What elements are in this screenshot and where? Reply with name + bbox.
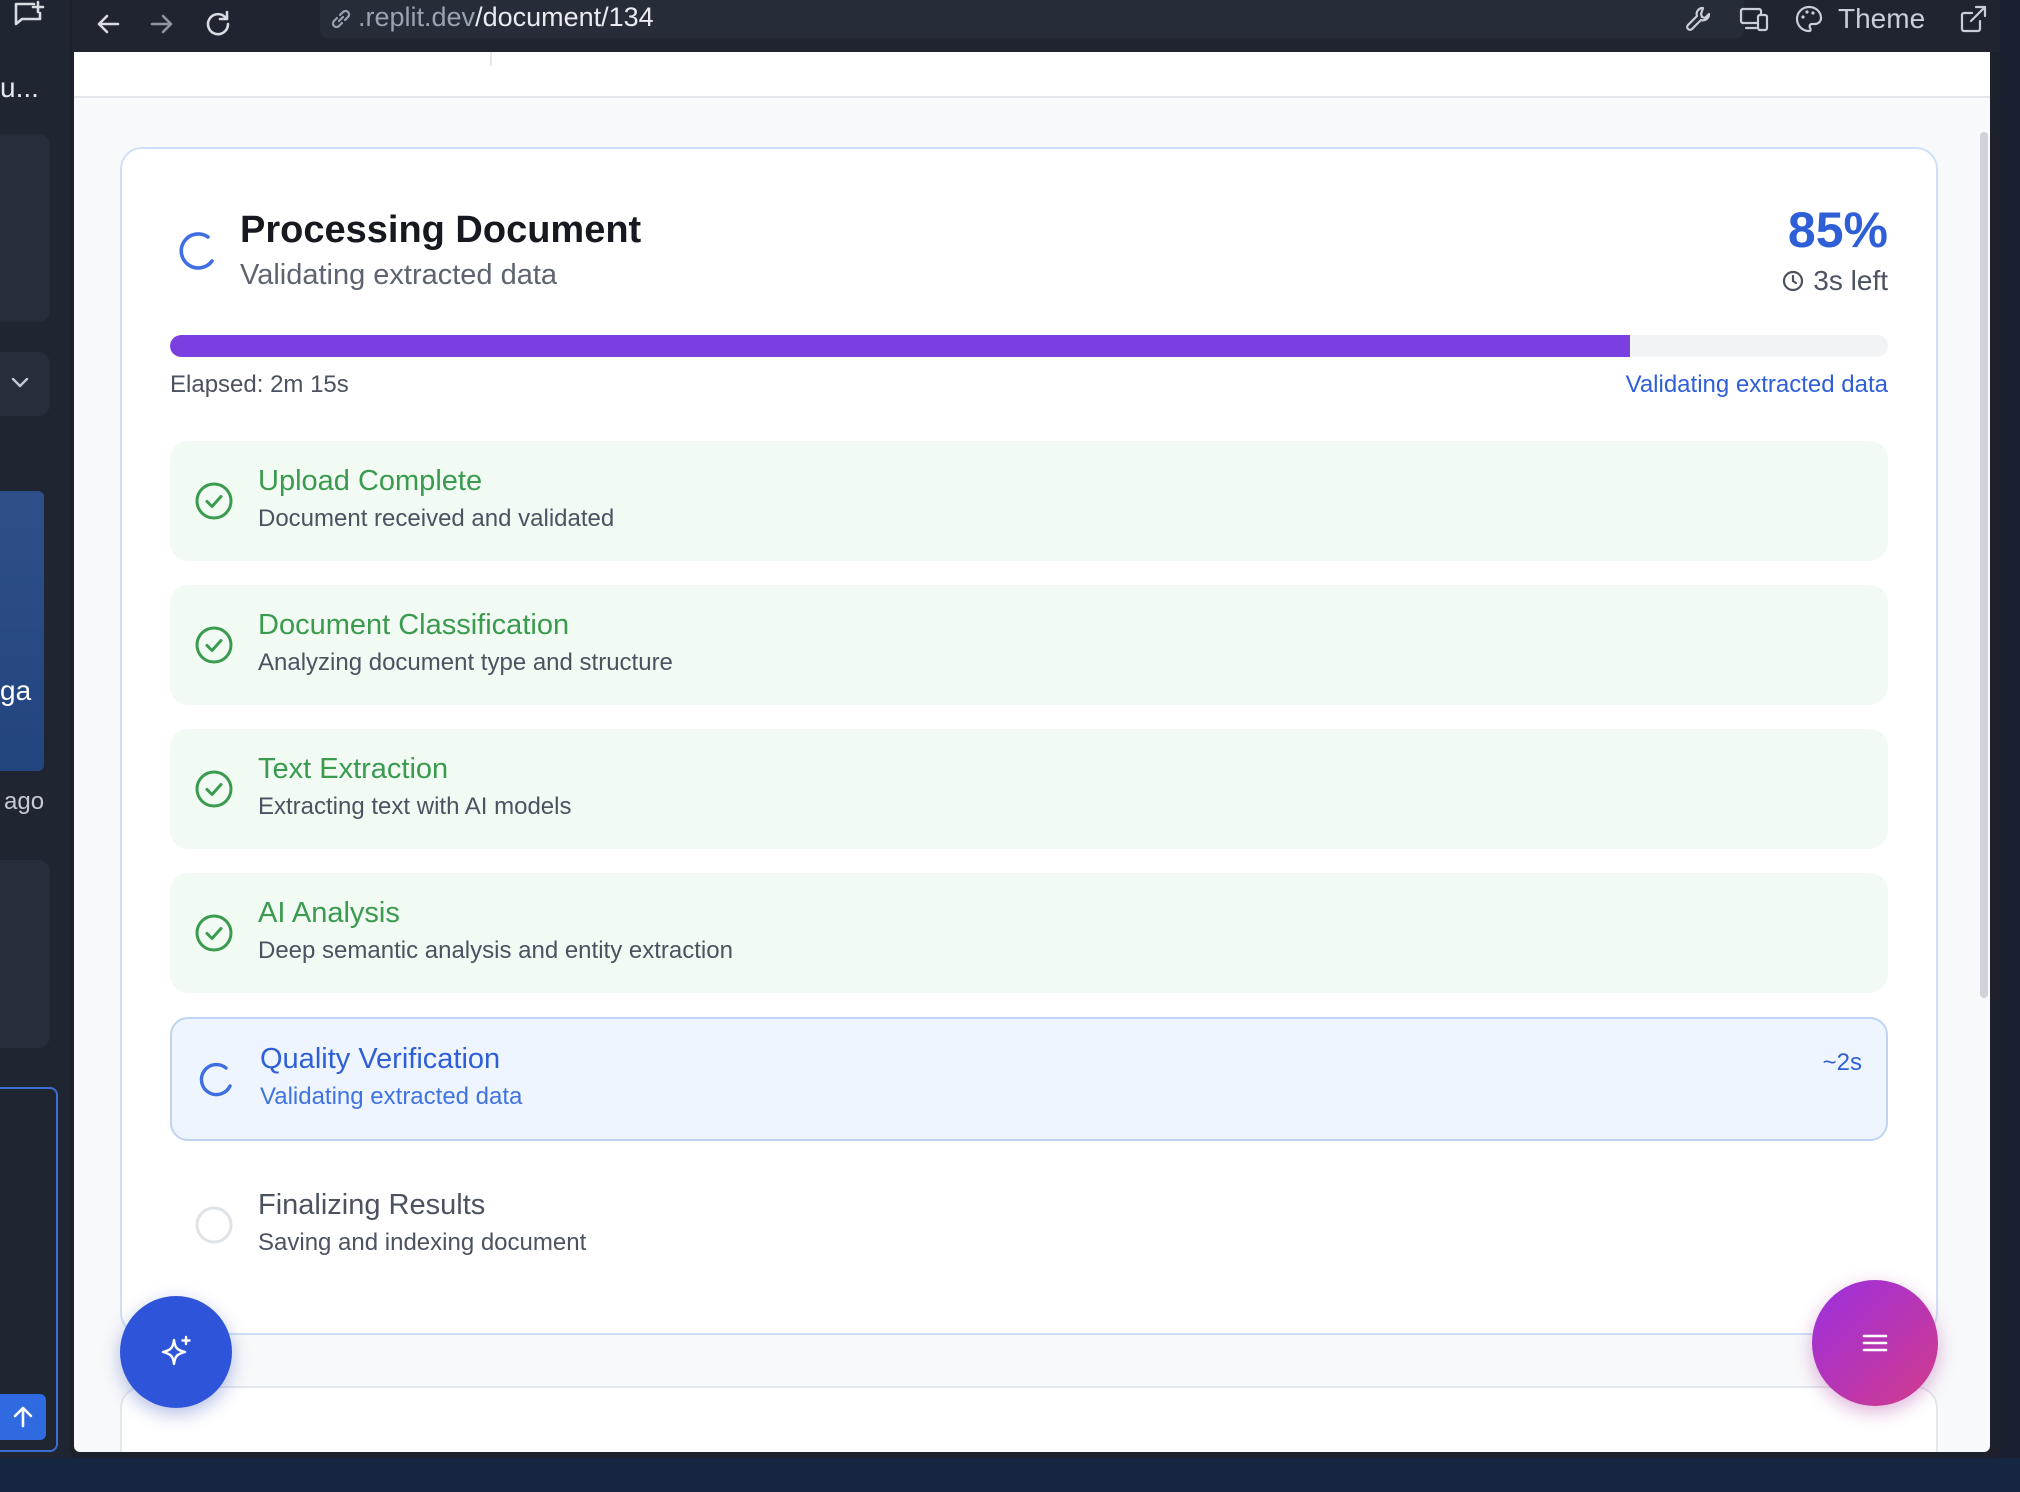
step-item: Document Classification Analyzing documen… — [170, 585, 1888, 705]
browser-toolbar: .replit.dev/document/134 Theme — [72, 0, 2000, 52]
step-item: Text Extraction Extracting text with AI m… — [170, 729, 1888, 849]
step-eta: ~2s — [1822, 1049, 1862, 1076]
url-path: /document/134 — [475, 2, 654, 32]
page-subtitle: Validating extracted data — [240, 259, 558, 291]
forward-button[interactable] — [140, 4, 184, 44]
arrow-right-icon — [150, 14, 173, 34]
step-item: Quality Verification Validating extracted… — [170, 1017, 1888, 1141]
spinner-icon — [199, 1062, 232, 1097]
left-sidebar: u... ga ago — [0, 0, 72, 1492]
step-item: Finalizing Results Saving and indexing do… — [170, 1165, 1888, 1285]
step-title: Finalizing Results — [258, 1189, 486, 1221]
elapsed-time: Elapsed: 2m 15s — [170, 371, 349, 398]
empty-circle-icon — [195, 1206, 233, 1244]
devices-icon — [1739, 7, 1769, 32]
step-description: Analyzing document type and structure — [258, 649, 673, 676]
step-title: Upload Complete — [258, 465, 483, 497]
theme-button[interactable]: Theme — [1794, 0, 1925, 38]
page-header — [74, 52, 1990, 98]
step-description: Validating extracted data — [260, 1083, 523, 1110]
open-external-button[interactable] — [1958, 0, 1988, 38]
sidebar-truncated-title[interactable]: u... — [0, 72, 39, 104]
desktop-background — [0, 1458, 2020, 1492]
check-circle-icon — [195, 626, 233, 664]
scrollbar[interactable] — [1980, 132, 1988, 998]
ai-assistant-button[interactable] — [120, 1296, 232, 1408]
time-left-text: 3s left — [1813, 265, 1888, 296]
back-button[interactable] — [86, 4, 130, 44]
progress-bar-fill — [170, 335, 1631, 357]
link-icon — [331, 9, 351, 29]
time-remaining: 3s left — [1781, 265, 1888, 297]
responsive-view-button[interactable] — [1738, 0, 1770, 38]
sidebar-document-title: ga — [0, 675, 32, 706]
step-title: Document Classification — [258, 609, 570, 641]
step-title: Quality Verification — [260, 1043, 501, 1075]
external-link-icon — [1960, 5, 1987, 33]
step-item: AI Analysis Deep semantic analysis and en… — [170, 873, 1888, 993]
wrench-icon — [1686, 6, 1711, 31]
check-circle-icon — [195, 482, 233, 520]
check-circle-icon — [195, 770, 233, 808]
spinner-icon — [179, 232, 214, 270]
chevron-down-icon — [11, 377, 29, 388]
sparkle-icon — [161, 1335, 191, 1366]
sidebar-card[interactable] — [0, 134, 50, 322]
step-description: Deep semantic analysis and entity extrac… — [258, 937, 733, 964]
url-domain: .replit.dev — [358, 2, 476, 32]
arrow-left-icon — [97, 14, 120, 34]
reload-icon — [206, 10, 230, 36]
step-description: Document received and validated — [258, 505, 615, 532]
secondary-card — [120, 1386, 1938, 1452]
step-title: AI Analysis — [258, 897, 400, 929]
current-phase: Validating extracted data — [1625, 371, 1888, 398]
step-title: Text Extraction — [258, 753, 449, 785]
page-content: Processing Document Validating extracted… — [74, 52, 1990, 1452]
devtools-button[interactable] — [1684, 0, 1714, 38]
step-item: Upload Complete Document received and val… — [170, 441, 1888, 561]
arrow-up-icon — [13, 1406, 33, 1428]
clock-icon — [1783, 270, 1804, 292]
address-bar[interactable]: .replit.dev/document/134 — [320, 0, 1744, 38]
progress-percent: 85% — [1787, 202, 1888, 258]
upload-button[interactable] — [0, 1394, 46, 1440]
sidebar-selected-document[interactable]: ga — [0, 491, 44, 771]
progress-bar — [170, 335, 1888, 357]
menu-icon — [1862, 1334, 1888, 1352]
palette-icon — [1795, 5, 1823, 33]
step-description: Extracting text with AI models — [258, 793, 572, 820]
sidebar-time-ago: ago — [4, 788, 45, 815]
url-text[interactable]: .replit.dev/document/134 — [358, 2, 654, 33]
sidebar-card[interactable] — [0, 860, 50, 1048]
header-divider — [490, 52, 492, 66]
menu-button[interactable] — [1812, 1280, 1938, 1406]
check-circle-icon — [195, 914, 233, 952]
sidebar-dropdown[interactable] — [0, 352, 50, 416]
processing-card: Processing Document Validating extracted… — [120, 147, 1938, 1335]
new-chat-icon[interactable] — [10, 0, 46, 32]
page-title: Processing Document — [240, 209, 642, 251]
step-description: Saving and indexing document — [258, 1229, 587, 1256]
reload-button[interactable] — [196, 4, 240, 44]
theme-label: Theme — [1838, 3, 1926, 34]
